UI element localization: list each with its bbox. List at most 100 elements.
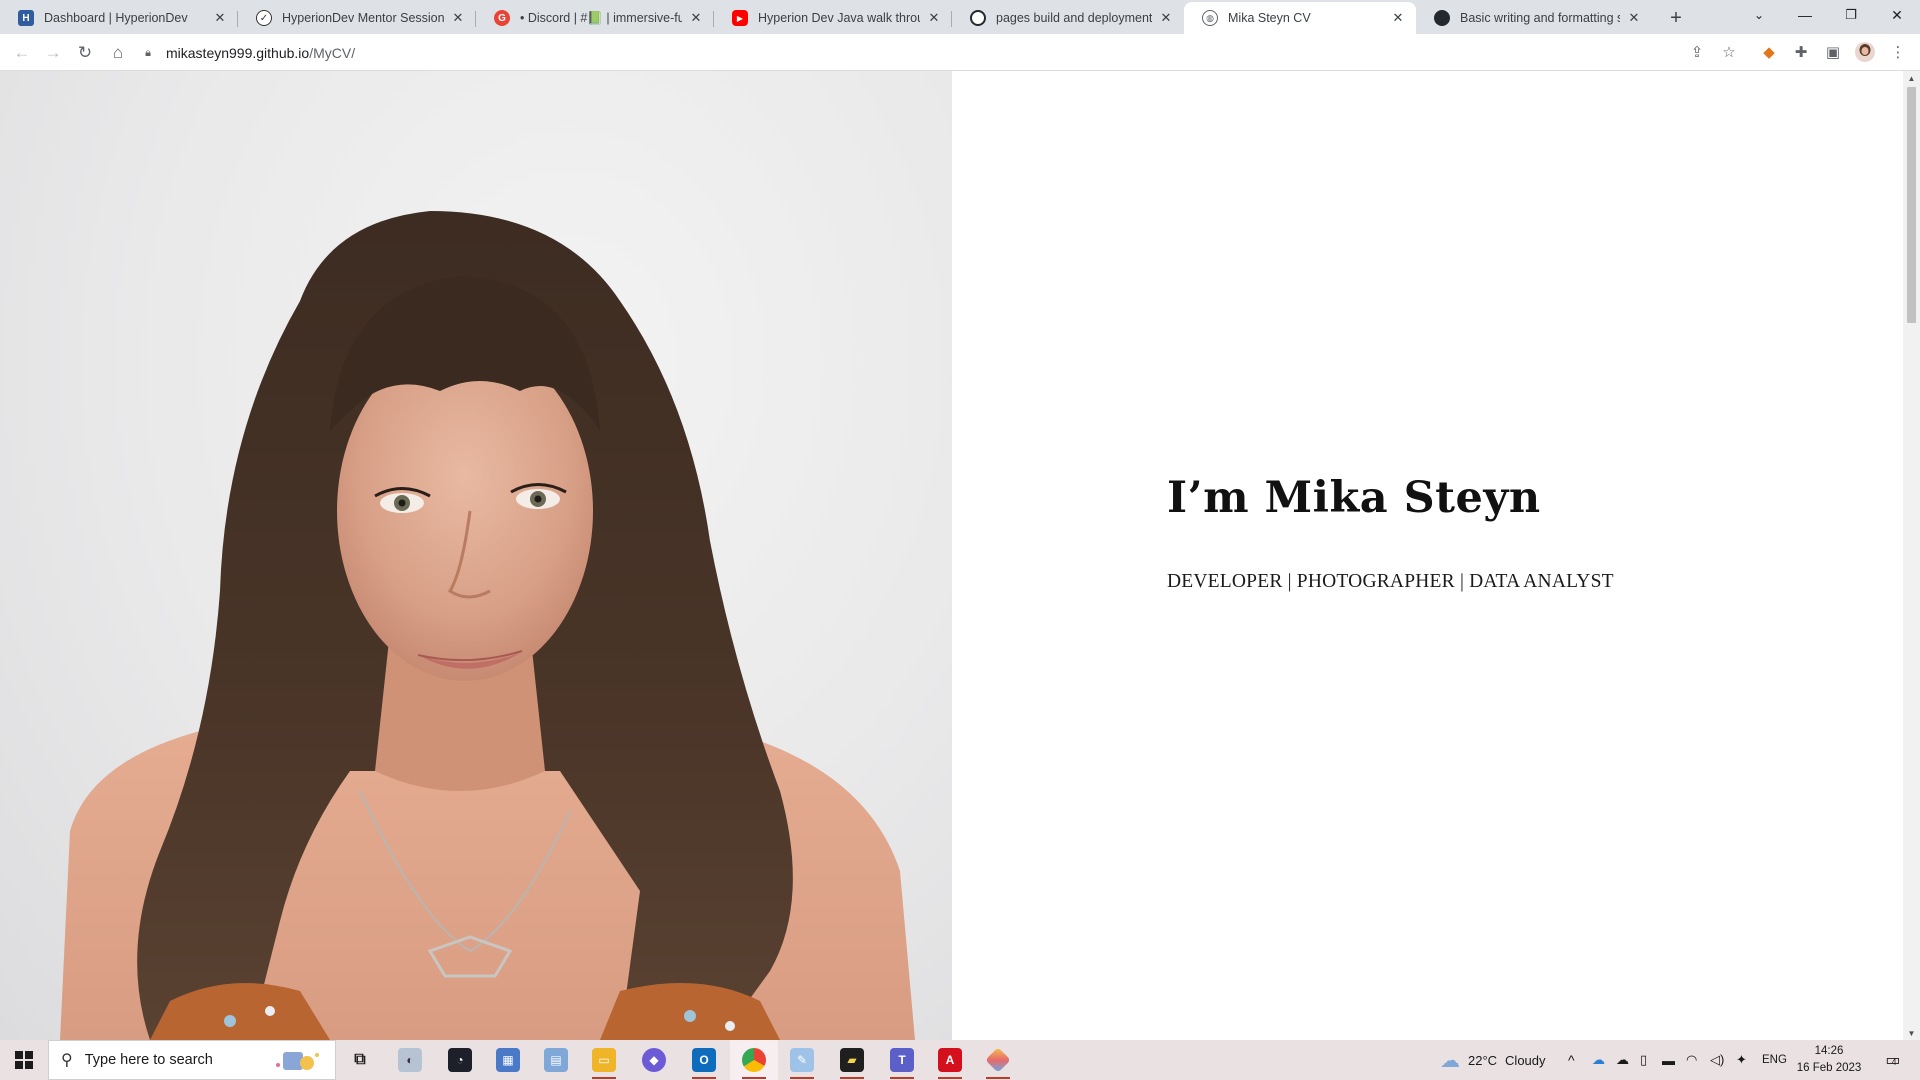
page-viewport: I’m Mika Steyn DEVELOPER | PHOTOGRAPHER … [0, 71, 1903, 1040]
hero-section: I’m Mika Steyn DEVELOPER | PHOTOGRAPHER … [1167, 473, 1614, 593]
page-title: I’m Mika Steyn [1167, 473, 1541, 523]
device-icon[interactable]: ▯ [1640, 1040, 1647, 1080]
tab-discord[interactable]: G • Discord | #📗 | immersive-full-s ✕ [476, 2, 714, 34]
taskbar-notepad[interactable]: ▤ [532, 1040, 580, 1080]
tab-title: Hyperion Dev Java walk through [758, 11, 920, 25]
side-panel-icon[interactable]: ▣ [1821, 40, 1845, 64]
back-button[interactable]: ← [8, 39, 36, 67]
reload-button[interactable]: ↻ [71, 39, 99, 67]
cloud-sync-icon[interactable]: ☁ [1616, 1040, 1629, 1080]
address-url: mikasteyn999.github.io/MyCV/ [166, 45, 355, 61]
tab-strip: H Dashboard | HyperionDev ✕ ✓ HyperionDe… [0, 0, 1920, 34]
home-button[interactable]: ⌂ [104, 39, 132, 67]
close-icon[interactable]: ✕ [1158, 10, 1174, 26]
lock-icon: 🔒︎ [145, 46, 151, 59]
tab-title: pages build and deployment · m [996, 11, 1152, 25]
github-icon [970, 10, 986, 26]
profile-avatar[interactable] [1853, 40, 1877, 64]
tab-pages-build[interactable]: pages build and deployment · m ✕ [952, 2, 1184, 34]
globe-icon: ◍ [1202, 10, 1218, 26]
extensions-icon[interactable]: ✚ [1789, 40, 1813, 64]
restore-button[interactable]: ❐ [1828, 0, 1874, 30]
cloud-icon: ☁ [1440, 1049, 1460, 1072]
share-icon[interactable]: ⇪ [1685, 40, 1709, 64]
notification-count: 4 [1891, 1057, 1897, 1067]
taskbar-file-explorer[interactable]: ▭ [580, 1040, 628, 1080]
clock-time: 14:26 [1814, 1045, 1844, 1057]
weather-temp: 22°C [1468, 1052, 1498, 1068]
sticky-notes-icon: ▰ [840, 1048, 864, 1072]
youtube-icon: ▶ [732, 10, 748, 26]
tab-mika-steyn-cv[interactable]: ◍ Mika Steyn CV ✕ [1184, 2, 1416, 34]
close-icon[interactable]: ✕ [1390, 10, 1406, 26]
new-tab-button[interactable]: + [1662, 4, 1690, 32]
wifi-icon[interactable]: ◠ [1686, 1040, 1697, 1080]
github-icon [1434, 10, 1450, 26]
taskbar-search-box[interactable]: ⚲ Type here to search [48, 1040, 336, 1080]
portrait-photo [0, 71, 952, 1040]
minimize-button[interactable]: — [1782, 0, 1828, 30]
bookmark-star-icon[interactable]: ☆ [1717, 40, 1741, 64]
close-icon[interactable]: ✕ [212, 10, 228, 26]
page-scrollbar[interactable]: ▲ ▼ [1903, 71, 1920, 1040]
metamask-icon[interactable]: ◆ [1757, 40, 1781, 64]
tab-title: Mika Steyn CV [1228, 11, 1311, 25]
running-indicator [790, 1077, 814, 1079]
hyperiondev-icon: H [18, 10, 34, 26]
scroll-down-arrow-icon[interactable]: ▼ [1903, 1026, 1920, 1040]
tab-basic-writing[interactable]: Basic writing and formatting syn ✕ [1416, 2, 1652, 34]
forward-button[interactable]: → [39, 39, 67, 67]
onedrive-icon[interactable]: ☁ [1592, 1040, 1605, 1080]
taskbar-calculator[interactable]: ▦ [484, 1040, 532, 1080]
windows-logo-icon [15, 1051, 33, 1069]
taskbar-teams[interactable]: T [878, 1040, 926, 1080]
tab-title: Basic writing and formatting syn [1460, 11, 1620, 25]
gitkraken-icon [985, 1047, 1011, 1073]
tab-youtube[interactable]: ▶ Hyperion Dev Java walk through ✕ [714, 2, 952, 34]
running-indicator [840, 1077, 864, 1079]
running-indicator [986, 1077, 1010, 1079]
taskbar-speedtest[interactable]: ◔ [436, 1040, 484, 1080]
tab-title: HyperionDev Mentor Sessions - [282, 11, 444, 25]
address-bar[interactable]: 🔒︎ mikasteyn999.github.io/MyCV/ [140, 38, 1732, 68]
close-icon[interactable]: ✕ [926, 10, 942, 26]
taskbar-app-1[interactable]: ◐ [386, 1040, 434, 1080]
menu-icon[interactable]: ⋮ [1886, 40, 1910, 64]
close-icon[interactable]: ✕ [688, 10, 704, 26]
close-window-button[interactable]: ✕ [1874, 0, 1920, 30]
taskbar-acrobat[interactable]: A [926, 1040, 974, 1080]
clock-date: 16 Feb 2023 [1796, 1062, 1862, 1074]
scroll-up-arrow-icon[interactable]: ▲ [1903, 71, 1920, 85]
tab-title: Dashboard | HyperionDev [44, 11, 188, 25]
taskbar-copilot[interactable]: ◆ [630, 1040, 678, 1080]
taskbar-app-notes[interactable]: ✎ [778, 1040, 826, 1080]
close-icon[interactable]: ✕ [1626, 10, 1642, 26]
taskbar-chrome[interactable] [730, 1040, 778, 1080]
url-domain: mikasteyn999.github.io [166, 45, 310, 61]
taskbar-gitkraken[interactable] [974, 1040, 1022, 1080]
page-subtitle: DEVELOPER | PHOTOGRAPHER | DATA ANALYST [1167, 571, 1614, 592]
dropbox-icon[interactable]: ✦ [1736, 1040, 1747, 1080]
running-indicator [938, 1077, 962, 1079]
task-view-button[interactable]: ⧉ [336, 1040, 384, 1080]
tab-dashboard[interactable]: H Dashboard | HyperionDev ✕ [0, 2, 238, 34]
clock[interactable]: 14:26 16 Feb 2023 [1792, 1043, 1866, 1077]
tab-mentor-sessions[interactable]: ✓ HyperionDev Mentor Sessions - ✕ [238, 2, 476, 34]
taskbar-outlook[interactable]: O [680, 1040, 728, 1080]
start-button[interactable] [0, 1040, 48, 1080]
notepad-icon: ▤ [544, 1048, 568, 1072]
notifications-button[interactable]: ▭ 4 [1876, 1040, 1906, 1080]
battery-icon[interactable]: ▬ [1662, 1040, 1675, 1080]
teams-icon: T [890, 1048, 914, 1072]
taskbar-sticky-notes[interactable]: ▰ [828, 1040, 876, 1080]
scrollbar-thumb[interactable] [1907, 87, 1916, 323]
weather-widget[interactable]: ☁ 22°C Cloudy [1440, 1040, 1546, 1080]
volume-icon[interactable]: ◁) [1710, 1040, 1724, 1080]
show-hidden-icons-button[interactable]: ^ [1568, 1040, 1575, 1080]
copilot-icon: ◆ [642, 1048, 666, 1072]
acrobat-icon: A [938, 1048, 962, 1072]
folder-icon: ▭ [592, 1048, 616, 1072]
language-indicator[interactable]: ENG [1762, 1040, 1787, 1080]
tab-search-icon[interactable]: ⌄ [1736, 0, 1782, 30]
close-icon[interactable]: ✕ [450, 10, 466, 26]
